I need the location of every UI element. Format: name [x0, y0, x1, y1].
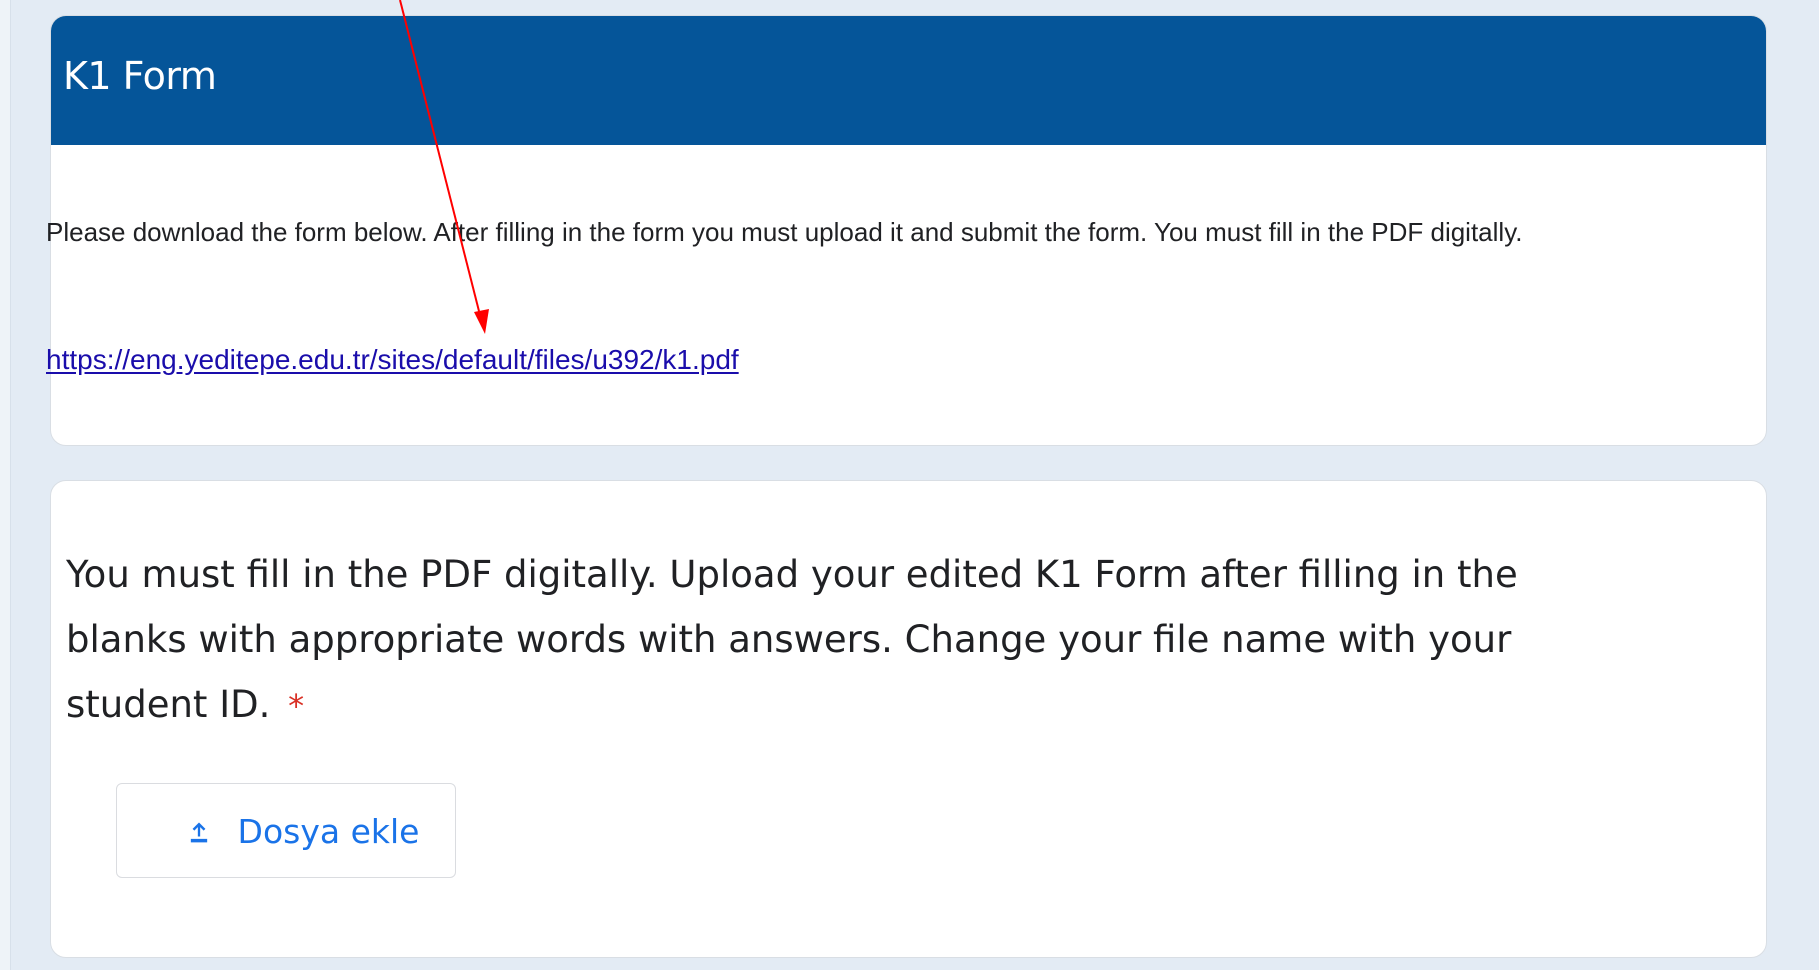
add-file-button[interactable]: Dosya ekle: [116, 783, 456, 878]
form-title: K1 Form: [63, 54, 217, 98]
question-text: You must fill in the PDF digitally. Uplo…: [66, 542, 1636, 739]
form-title-band: [51, 16, 1766, 145]
form-description: Please download the form below. After fi…: [46, 217, 1523, 247]
k1-pdf-link[interactable]: https://eng.yeditepe.edu.tr/sites/defaul…: [46, 341, 739, 379]
required-asterisk: *: [288, 687, 305, 725]
upload-button-label: Dosya ekle: [237, 812, 420, 851]
upload-icon: [190, 822, 207, 843]
google-form-page: K1 Form Please download the form below. …: [0, 0, 1819, 970]
left-page-edge: [0, 0, 11, 970]
